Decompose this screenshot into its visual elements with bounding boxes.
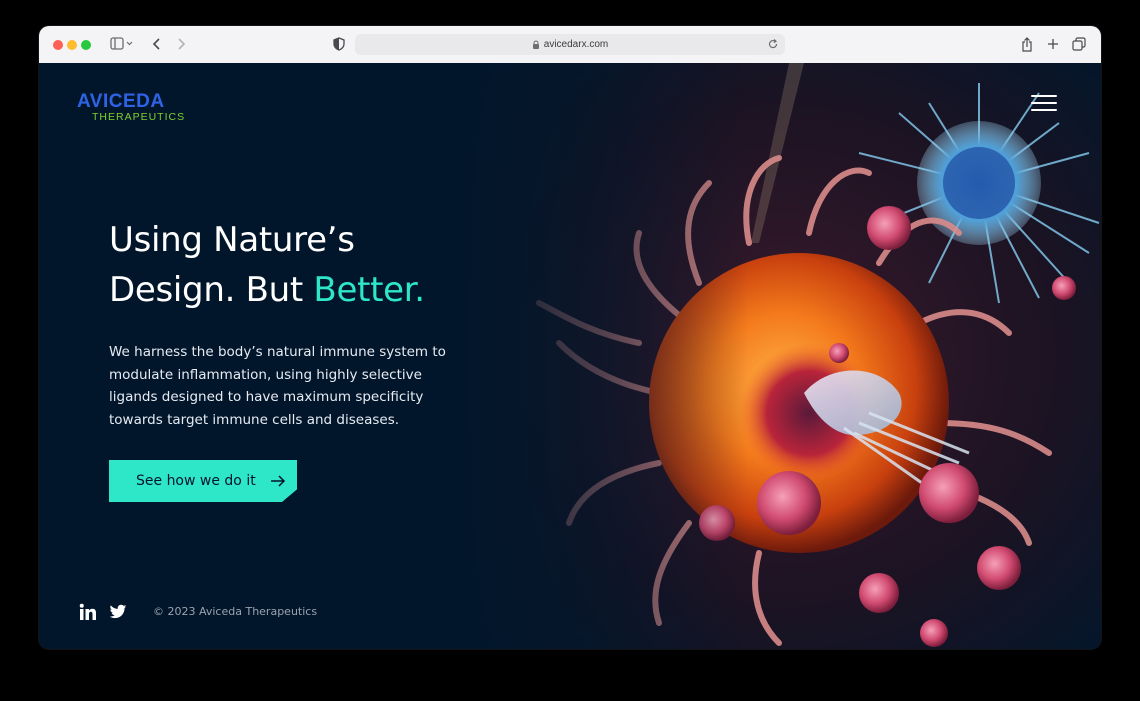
linkedin-icon[interactable] <box>79 603 97 621</box>
web-page: AVICEDA THERAPEUTICS Using Nature’s Desi… <box>39 63 1101 649</box>
shield-icon <box>333 37 345 51</box>
menu-icon[interactable] <box>1031 95 1057 115</box>
logo-tagline: THERAPEUTICS <box>92 111 186 123</box>
headline-accent: Better. <box>313 270 425 310</box>
browser-window: avicedarx.com AVICEDA THERAPEUTICS Using… <box>39 26 1101 649</box>
back-button[interactable] <box>149 34 165 54</box>
headline-line-2: Design. But <box>109 270 314 310</box>
copyright-text: © 2023 Aviceda Therapeutics <box>153 605 318 618</box>
hero-headline: Using Nature’s Design. But Better. <box>109 215 425 315</box>
chevron-right-icon <box>178 38 186 50</box>
zoom-window-button[interactable] <box>81 40 91 50</box>
sidebar-icon <box>110 37 133 50</box>
tabs-icon <box>1072 37 1086 51</box>
reload-icon[interactable] <box>767 38 779 50</box>
close-window-button[interactable] <box>53 40 63 50</box>
lock-icon <box>532 40 539 49</box>
hero-description: We harness the body’s natural immune sys… <box>109 344 446 428</box>
cta-label: See how we do it <box>136 473 256 489</box>
see-how-button[interactable]: See how we do it <box>109 460 297 502</box>
headline-line-1: Using Nature’s <box>109 220 355 260</box>
hero-immune-cell-illustration <box>459 63 1101 649</box>
company-logo[interactable]: AVICEDA THERAPEUTICS <box>77 91 207 125</box>
plus-icon <box>1048 39 1058 49</box>
address-bar[interactable]: avicedarx.com <box>355 34 785 55</box>
share-icon <box>1022 36 1032 52</box>
twitter-icon[interactable] <box>109 603 127 621</box>
sidebar-toggle-button[interactable] <box>108 34 136 54</box>
share-button[interactable] <box>1019 34 1035 54</box>
forward-button[interactable] <box>173 34 189 54</box>
browser-toolbar: avicedarx.com <box>39 26 1101 64</box>
minimize-window-button[interactable] <box>67 40 77 50</box>
new-tab-button[interactable] <box>1045 34 1061 54</box>
privacy-report-button[interactable] <box>331 34 347 54</box>
logo-wordmark: AVICEDA <box>77 91 165 112</box>
chevron-left-icon <box>152 38 160 50</box>
address-url: avicedarx.com <box>543 39 609 50</box>
arrow-right-icon <box>270 475 286 487</box>
tab-overview-button[interactable] <box>1071 34 1087 54</box>
